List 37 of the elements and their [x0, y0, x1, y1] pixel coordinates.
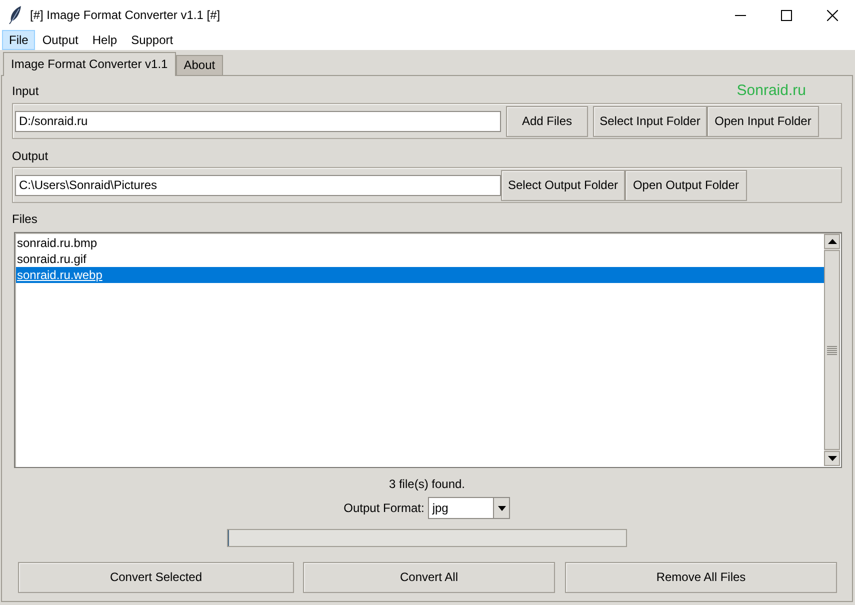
- menu-item[interactable]: File: [2, 30, 36, 50]
- scroll-up-button[interactable]: [824, 234, 840, 249]
- files-label: Files: [12, 211, 38, 228]
- tab[interactable]: About: [176, 55, 224, 75]
- format-label: Output Format:: [344, 500, 424, 517]
- menu-item[interactable]: Support: [124, 30, 180, 50]
- input-label: Input: [12, 83, 39, 100]
- menu-item[interactable]: Help: [85, 30, 124, 50]
- action-button[interactable]: Convert Selected: [18, 562, 294, 593]
- window-title: [#] Image Format Converter v1.1 [#]: [30, 8, 220, 22]
- folder-button[interactable]: Open Input Folder: [707, 106, 819, 136]
- file-list-item[interactable]: sonraid.ru.bmp: [16, 235, 824, 251]
- maximize-icon: [780, 10, 792, 20]
- file-list-item[interactable]: sonraid.ru.gif: [16, 251, 824, 267]
- brand-label: Sonraid.ru: [736, 81, 806, 101]
- format-field[interactable]: jpg: [428, 497, 494, 519]
- action-button[interactable]: Remove All Files: [565, 562, 837, 593]
- input-path-field[interactable]: D:/sonraid.ru: [15, 110, 501, 132]
- dropdown-button[interactable]: [493, 497, 510, 519]
- feather-icon: [8, 6, 22, 24]
- menu-item[interactable]: Output: [35, 30, 86, 50]
- output-label: Output: [12, 148, 50, 165]
- file-list-item[interactable]: sonraid.ru.webp: [16, 267, 824, 283]
- folder-button[interactable]: Select Input Folder: [593, 106, 707, 136]
- down-arrow-icon: [828, 456, 836, 461]
- up-arrow-icon: [828, 239, 836, 244]
- status-text: 3 file(s) found.: [388, 476, 466, 493]
- folder-button[interactable]: Select Output Folder: [501, 170, 625, 200]
- close-icon: [826, 10, 838, 20]
- folder-button[interactable]: Add Files: [506, 106, 588, 136]
- action-button[interactable]: Convert All: [303, 562, 555, 593]
- tab[interactable]: Image Format Converter v1.1: [3, 52, 176, 76]
- folder-button[interactable]: Open Output Folder: [625, 170, 747, 200]
- grip-icon: [827, 346, 837, 354]
- output-path-field[interactable]: C:\Users\Sonraid\Pictures: [15, 174, 501, 196]
- caret-down-icon: [498, 506, 506, 510]
- scroll-down-button[interactable]: [824, 451, 840, 466]
